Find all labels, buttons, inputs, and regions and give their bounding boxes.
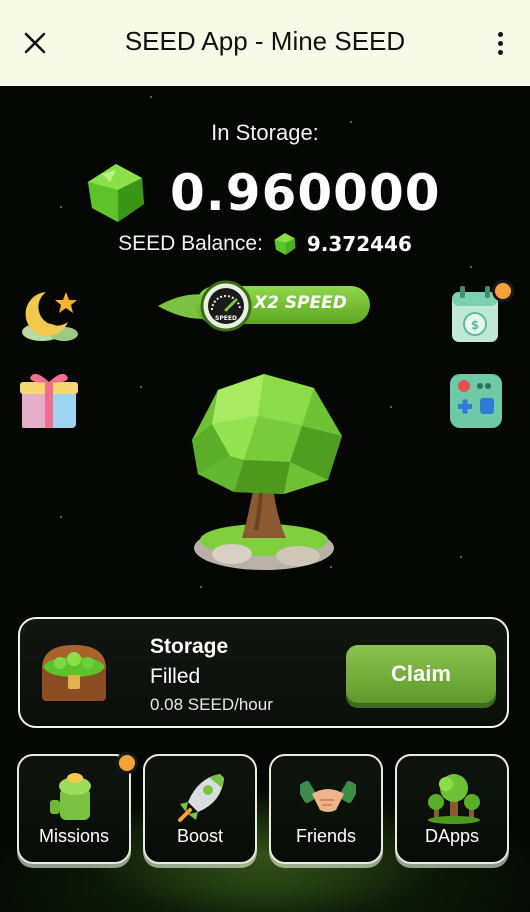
nav-missions-label: Missions — [38, 826, 109, 846]
nav-dapps[interactable]: DApps — [395, 754, 509, 864]
green-gem-icon — [88, 164, 144, 222]
gift-box-icon — [20, 373, 78, 428]
nav-boost[interactable]: Boost — [143, 754, 257, 864]
notification-dot — [492, 280, 514, 302]
seed-tree-icon[interactable] — [178, 370, 350, 576]
moon-star-button[interactable] — [16, 284, 82, 350]
svg-text:$: $ — [471, 318, 479, 332]
moon-star-icon — [22, 292, 78, 341]
rocket-icon — [178, 774, 224, 822]
green-gem-icon — [274, 233, 296, 255]
trees-icon — [428, 774, 480, 824]
storage-card-title: Storage — [150, 635, 229, 658]
treasure-chest-icon — [42, 645, 106, 701]
games-button[interactable] — [446, 368, 512, 434]
daily-reward-button[interactable]: $ — [446, 280, 514, 348]
handshake-icon — [300, 780, 356, 812]
storage-card: Storage Filled 0.08 SEED/hour Claim — [18, 617, 509, 728]
nav-dapps-label: DApps — [424, 826, 480, 846]
mining-rate: 0.08 SEED/hour — [150, 695, 273, 714]
balance-value: 9.372446 — [306, 232, 412, 256]
missions-icon — [50, 773, 91, 820]
in-storage-label: In Storage: — [211, 120, 319, 145]
more-vertical-icon — [497, 31, 503, 37]
gift-button[interactable] — [16, 366, 82, 432]
seed-balance: SEED Balance: 9.372446 — [0, 232, 530, 256]
gauge-label: SPEED — [215, 315, 237, 322]
nav-missions[interactable]: Missions — [17, 752, 138, 864]
claim-button[interactable]: Claim — [346, 645, 496, 703]
more-options-button[interactable] — [488, 26, 512, 60]
game-controller-icon — [450, 374, 502, 428]
storage-value: 0.960000 — [170, 164, 441, 222]
balance-label: SEED Balance: — [118, 232, 263, 255]
storage-status: Filled — [150, 665, 201, 688]
notification-dot — [116, 752, 138, 774]
nav-friends-label: Friends — [295, 826, 357, 846]
storage-amount: 0.960000 — [84, 160, 441, 226]
nav-boost-label: Boost — [176, 826, 224, 846]
app-header: SEED App - Mine SEED — [0, 0, 530, 86]
app-title: SEED App - Mine SEED — [124, 26, 406, 56]
speed-label: X2 SPEED — [254, 293, 347, 313]
speedometer-icon: SPEED — [200, 280, 252, 332]
nav-friends[interactable]: Friends — [269, 754, 383, 864]
speed-boost-badge[interactable]: SPEED X2 SPEED — [156, 278, 372, 332]
